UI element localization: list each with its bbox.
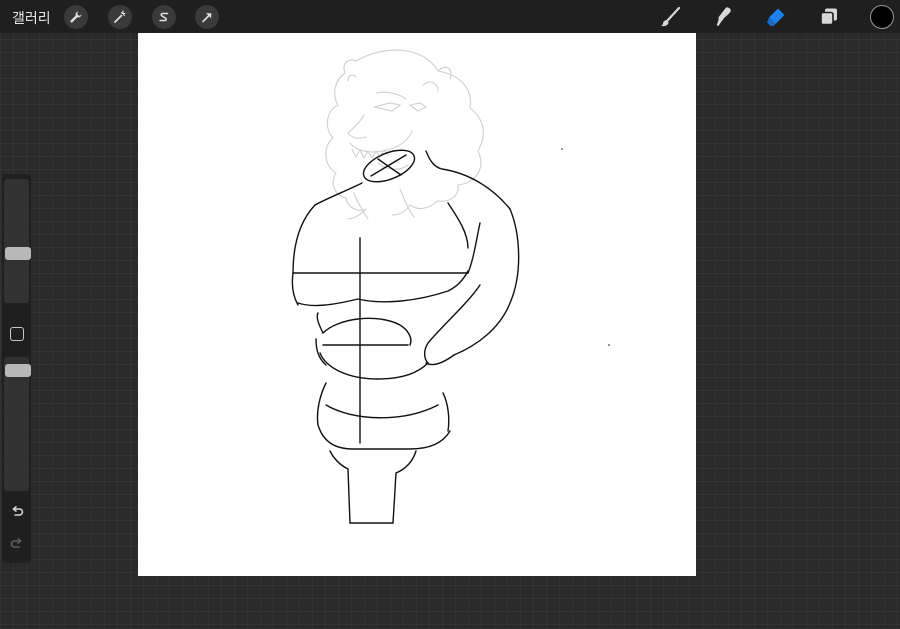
- layers-icon: [820, 8, 837, 26]
- eraser-icon: [767, 8, 785, 26]
- actions-button[interactable]: [64, 5, 88, 29]
- redo-button[interactable]: [8, 535, 26, 553]
- sketch-drawing: [291, 49, 610, 524]
- left-sidebar: [2, 174, 31, 563]
- brush-size-slider[interactable]: [4, 179, 31, 303]
- smudge-icon: [716, 7, 731, 26]
- opacity-thumb[interactable]: [5, 364, 31, 377]
- undo-button[interactable]: [8, 503, 26, 521]
- modify-button[interactable]: [10, 327, 24, 341]
- wrench-icon: [70, 11, 82, 23]
- brush-size-thumb[interactable]: [5, 247, 31, 260]
- selection-button[interactable]: [152, 5, 176, 29]
- brush-tool-button[interactable]: [656, 3, 684, 31]
- layers-button[interactable]: [815, 3, 843, 31]
- undo-icon: [12, 506, 24, 516]
- gallery-button[interactable]: 갤러리: [12, 8, 51, 28]
- eraser-tool-button[interactable]: [762, 3, 790, 31]
- brush-icon: [661, 6, 681, 27]
- opacity-slider[interactable]: [4, 357, 31, 491]
- magic-wand-icon: [114, 10, 126, 23]
- transform-arrow-icon: [202, 13, 212, 23]
- smudge-tool-button[interactable]: [709, 3, 737, 31]
- top-toolbar: 갤러리: [0, 0, 900, 33]
- adjustments-button[interactable]: [108, 5, 132, 29]
- transform-button[interactable]: [195, 5, 219, 29]
- color-picker-button[interactable]: [870, 5, 894, 29]
- selection-s-icon: [159, 12, 169, 22]
- drawing-canvas[interactable]: [138, 33, 696, 576]
- redo-icon: [10, 538, 22, 548]
